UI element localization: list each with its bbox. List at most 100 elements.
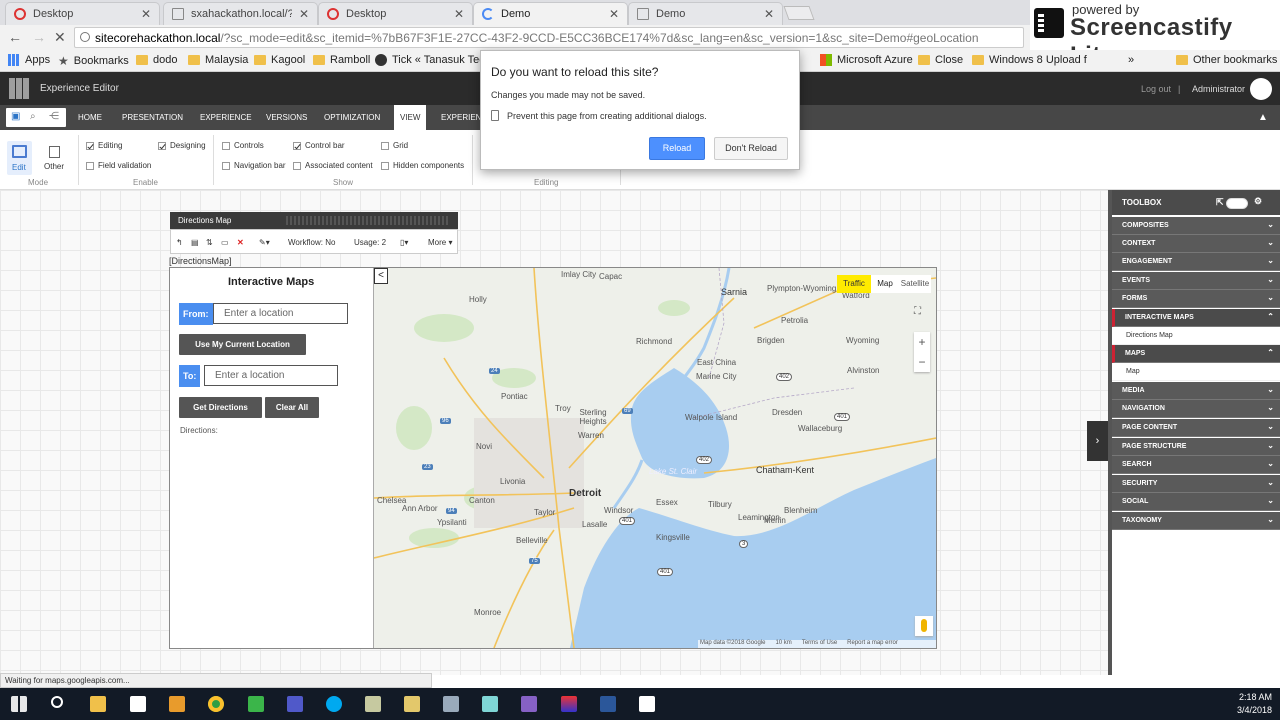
other-bookmarks[interactable]: Other bookmarks <box>1176 54 1277 66</box>
bookmark-tick[interactable]: Tick « Tanasuk Techn <box>375 54 497 66</box>
tools-icon[interactable] <box>404 696 420 712</box>
bookmark-folder[interactable]: dodo <box>136 54 177 66</box>
toolbox-section-engagement[interactable]: ENGAGEMENT ⌄ <box>1112 253 1280 271</box>
word-icon[interactable] <box>600 696 616 712</box>
tab-versions[interactable]: VERSIONS <box>260 105 313 130</box>
to-input[interactable]: Enter a location <box>204 365 338 386</box>
skype-icon[interactable] <box>326 696 342 712</box>
stop-icon[interactable]: ✕ <box>54 29 66 46</box>
designing-checkbox[interactable]: Designing <box>158 141 206 150</box>
forward-icon[interactable]: → <box>32 29 46 45</box>
close-tab-icon[interactable]: ✕ <box>141 7 151 21</box>
toolbox-section-search[interactable]: SEARCH ⌄ <box>1112 456 1280 474</box>
visual-studio-icon[interactable] <box>521 696 537 712</box>
bookmark-folder[interactable]: Ramboll <box>313 54 370 66</box>
tab-home[interactable]: HOME <box>72 105 108 130</box>
app-icon[interactable] <box>443 696 459 712</box>
report-error-link[interactable]: Report a map error <box>847 640 898 646</box>
bookmark-apps[interactable]: Apps <box>8 54 50 66</box>
bookmarks-overflow[interactable]: » <box>1128 54 1134 66</box>
toolbox-item-directions-map[interactable]: Directions Map <box>1112 327 1280 345</box>
directions-map-component[interactable]: Interactive Maps From: Enter a location … <box>169 267 937 649</box>
bookmark-azure[interactable]: Microsoft Azure <box>820 54 913 66</box>
save-icon[interactable]: ▣ <box>11 111 20 122</box>
pegman-icon[interactable] <box>915 616 933 636</box>
drag-handle[interactable] <box>286 216 450 225</box>
browser-tab[interactable]: Desktop ✕ <box>318 2 473 25</box>
toolbox-section-page-structure[interactable]: PAGE STRUCTURE ⌄ <box>1112 438 1280 456</box>
edit-datasource-icon[interactable]: ▤ <box>191 238 199 247</box>
collapse-ribbon-icon[interactable]: ▲ <box>1252 105 1274 130</box>
app-icon[interactable] <box>482 696 498 712</box>
chrome-icon[interactable] <box>208 696 224 712</box>
tab-experience[interactable]: EXPERIENCE <box>194 105 258 130</box>
more-dropdown[interactable]: More ▾ <box>428 238 452 247</box>
select-parent-icon[interactable]: ↰ <box>176 238 183 247</box>
grid-checkbox[interactable]: Grid <box>381 141 408 150</box>
clear-all-button[interactable]: Clear All <box>265 397 319 418</box>
toolbox-toggle[interactable] <box>1226 198 1248 209</box>
replace-component-icon[interactable]: ▭ <box>221 238 229 247</box>
toolbox-section-social[interactable]: SOCIAL ⌄ <box>1112 493 1280 511</box>
tab-optimization[interactable]: OPTIMIZATION <box>318 105 386 130</box>
close-tab-icon[interactable]: ✕ <box>764 7 774 21</box>
collapse-panel-button[interactable]: < <box>374 268 388 284</box>
expand-sidebar-arrow[interactable]: › <box>1087 421 1108 461</box>
file-explorer-icon[interactable] <box>90 696 106 712</box>
delete-icon[interactable]: ✕ <box>237 238 244 247</box>
toolbox-section-media[interactable]: MEDIA ⌄ <box>1112 382 1280 400</box>
edit-mode-button[interactable]: Edit <box>7 141 32 175</box>
bookmark-folder[interactable]: Kagool <box>254 54 305 66</box>
media-player-icon[interactable] <box>169 696 185 712</box>
back-icon[interactable]: ← <box>8 29 22 45</box>
browser-tab[interactable]: sxahackathon.local/?sc_m✕ <box>163 2 318 25</box>
zoom-in-button[interactable]: + <box>914 332 930 352</box>
sitecore-logo-icon[interactable] <box>9 78 30 99</box>
traffic-toggle[interactable]: Traffic <box>837 275 871 293</box>
toolbox-section-context[interactable]: CONTEXT ⌄ <box>1112 235 1280 253</box>
dont-reload-button[interactable]: Don't Reload <box>714 137 788 160</box>
close-tab-icon[interactable]: ✕ <box>609 7 619 21</box>
new-tab-button[interactable] <box>783 6 815 20</box>
navigation-bar-checkbox[interactable]: Navigation bar <box>222 161 286 170</box>
toolbox-section-events[interactable]: EVENTS ⌄ <box>1112 272 1280 290</box>
toolbox-section-page-content[interactable]: PAGE CONTENT ⌄ <box>1112 419 1280 437</box>
windows-start-icon[interactable] <box>11 696 27 712</box>
toolbox-section-taxonomy[interactable]: TAXONOMY ⌄ <box>1112 512 1280 530</box>
search-icon[interactable]: ⌕ <box>30 111 36 122</box>
toolbox-item-map[interactable]: Map <box>1112 363 1280 381</box>
use-current-location-button[interactable]: Use My Current Location <box>179 334 306 355</box>
toolbox-section-interactive-maps[interactable]: INTERACTIVE MAPS ⌃ <box>1112 309 1280 327</box>
browser-tab-active[interactable]: Demo ✕ <box>473 2 628 25</box>
mail-icon[interactable] <box>130 696 146 712</box>
move-component-icon[interactable]: ⇅ <box>206 238 213 247</box>
controls-checkbox[interactable]: Controls <box>222 141 264 150</box>
bookmark-bookmarks[interactable]: ★ Bookmarks <box>58 54 129 68</box>
terms-link[interactable]: Terms of Use <box>802 640 837 646</box>
close-tab-icon[interactable]: ✕ <box>454 7 464 21</box>
zoom-out-button[interactable]: − <box>914 352 930 372</box>
toolbox-section-composites[interactable]: COMPOSITES ⌄ <box>1112 217 1280 235</box>
fullscreen-icon[interactable]: ⛶ <box>914 306 928 320</box>
toolbox-section-navigation[interactable]: NAVIGATION ⌄ <box>1112 400 1280 418</box>
get-directions-button[interactable]: Get Directions <box>179 397 262 418</box>
toolbox-section-maps[interactable]: MAPS ⌃ <box>1112 345 1280 363</box>
from-input[interactable]: Enter a location <box>213 303 348 324</box>
tab-view[interactable]: VIEW <box>394 105 427 130</box>
more-options-icon[interactable]: ▯▾ <box>400 238 408 247</box>
toolbox-section-security[interactable]: SECURITY ⌄ <box>1112 475 1280 493</box>
app-icon[interactable] <box>561 696 577 712</box>
system-clock[interactable]: 2:18 AM 3/4/2018 <box>1237 691 1272 717</box>
teams-icon[interactable] <box>287 696 303 712</box>
browser-tab[interactable]: Demo ✕ <box>628 2 783 25</box>
settings-icon[interactable]: ⚙ <box>1254 196 1262 207</box>
map-type-button[interactable]: Map <box>871 275 899 293</box>
hidden-components-checkbox[interactable]: Hidden components <box>381 161 464 170</box>
prevent-dialogs-checkbox[interactable] <box>491 110 499 121</box>
address-bar[interactable]: sitecorehackathon.local/?sc_mode=edit&sc… <box>74 27 1024 48</box>
tab-presentation[interactable]: PRESENTATION <box>116 105 189 130</box>
personalize-icon[interactable]: ✎▾ <box>259 238 270 247</box>
close-tab-icon[interactable]: ✕ <box>299 7 309 21</box>
prevent-dialogs-option[interactable]: Prevent this page from creating addition… <box>491 110 707 121</box>
browser-tab[interactable]: Desktop ✕ <box>5 2 160 25</box>
